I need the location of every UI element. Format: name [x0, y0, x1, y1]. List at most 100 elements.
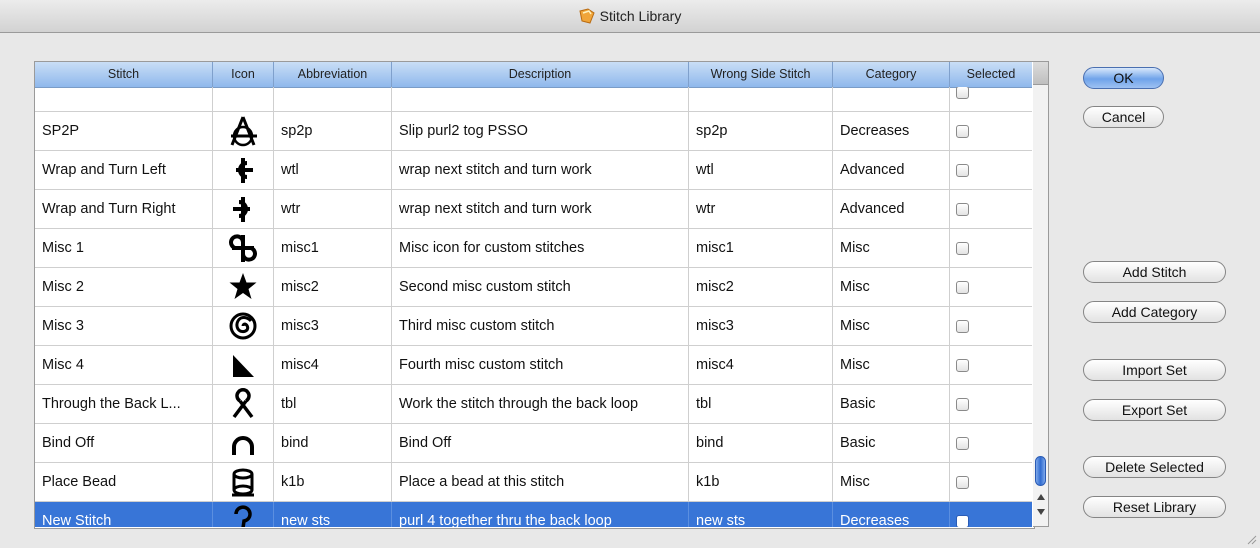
stitch-icon-cell[interactable]	[213, 307, 274, 345]
column-header-stitch[interactable]: Stitch	[35, 62, 213, 87]
selected-checkbox[interactable]	[956, 436, 969, 450]
description-cell[interactable]: Work the stitch through the back loop	[392, 385, 689, 423]
abbreviation-cell[interactable]	[274, 87, 392, 111]
category-cell[interactable]	[833, 87, 950, 111]
abbreviation-cell[interactable]: wtr	[274, 190, 392, 228]
stitch-icon-cell[interactable]	[213, 190, 274, 228]
category-cell[interactable]: Misc	[833, 307, 950, 345]
column-header-selected[interactable]: Selected	[950, 62, 1032, 87]
abbreviation-cell[interactable]: sp2p	[274, 112, 392, 150]
selected-checkbox[interactable]	[956, 87, 969, 99]
description-cell[interactable]: Fourth misc custom stitch	[392, 346, 689, 384]
table-row[interactable]: Misc 4 misc4 Fourth misc custom stitch misc…	[35, 346, 1032, 385]
scroll-down-arrow-icon[interactable]	[1037, 509, 1045, 515]
stitch-icon-cell[interactable]	[213, 385, 274, 423]
stitch-name-cell[interactable]: Misc 3	[35, 307, 213, 345]
selected-checkbox[interactable]	[956, 163, 969, 177]
abbreviation-cell[interactable]: k1b	[274, 463, 392, 501]
selected-checkbox[interactable]	[956, 475, 969, 489]
wrong-side-stitch-cell[interactable]: misc2	[689, 268, 833, 306]
stitch-icon-cell[interactable]	[213, 112, 274, 150]
add-stitch-button[interactable]: Add Stitch	[1083, 261, 1226, 283]
abbreviation-cell[interactable]: new sts	[274, 502, 392, 527]
table-row[interactable]: Misc 3 misc3 Third misc custom stitch misc3…	[35, 307, 1032, 346]
category-cell[interactable]: Advanced	[833, 151, 950, 189]
selected-checkbox[interactable]	[956, 319, 969, 333]
column-header-description[interactable]: Description	[392, 62, 689, 87]
category-cell[interactable]: Misc	[833, 346, 950, 384]
resize-grip-icon[interactable]	[1245, 533, 1257, 545]
description-cell[interactable]: Slip purl2 tog PSSO	[392, 112, 689, 150]
description-cell[interactable]: Misc icon for custom stitches	[392, 229, 689, 267]
category-cell[interactable]: Advanced	[833, 190, 950, 228]
category-cell[interactable]: Basic	[833, 385, 950, 423]
stitch-name-cell[interactable]: Misc 4	[35, 346, 213, 384]
abbreviation-cell[interactable]: tbl	[274, 385, 392, 423]
ok-button[interactable]: OK	[1083, 67, 1164, 89]
wrong-side-stitch-cell[interactable]: k1b	[689, 463, 833, 501]
reset-library-button[interactable]: Reset Library	[1083, 496, 1226, 518]
table-row[interactable]: Misc 1 misc1 Misc icon for custom stitches…	[35, 229, 1032, 268]
table-row[interactable]: Wrap and Turn Left wtl wrap next stitch an…	[35, 151, 1032, 190]
abbreviation-cell[interactable]: misc4	[274, 346, 392, 384]
column-header-abbreviation[interactable]: Abbreviation	[274, 62, 392, 87]
description-cell[interactable]	[392, 87, 689, 111]
title-bar[interactable]: Stitch Library	[0, 0, 1260, 33]
stitch-name-cell[interactable]: Misc 2	[35, 268, 213, 306]
wrong-side-stitch-cell[interactable]: new sts	[689, 502, 833, 527]
selected-checkbox[interactable]	[956, 202, 969, 216]
abbreviation-cell[interactable]: misc2	[274, 268, 392, 306]
category-cell[interactable]: Misc	[833, 229, 950, 267]
stitch-name-cell[interactable]	[35, 87, 213, 111]
stitch-icon-cell[interactable]	[213, 424, 274, 462]
scrollbar-thumb[interactable]	[1035, 456, 1046, 486]
table-row[interactable]: Through the Back L... tbl Work the stitch …	[35, 385, 1032, 424]
column-header-icon[interactable]: Icon	[213, 62, 274, 87]
stitch-icon-cell[interactable]	[213, 87, 274, 111]
description-cell[interactable]: Place a bead at this stitch	[392, 463, 689, 501]
selected-checkbox[interactable]	[956, 124, 969, 138]
add-category-button[interactable]: Add Category	[1083, 301, 1226, 323]
selected-checkbox[interactable]	[956, 397, 969, 411]
stitch-name-cell[interactable]: Through the Back L...	[35, 385, 213, 423]
selected-checkbox[interactable]	[956, 241, 969, 255]
wrong-side-stitch-cell[interactable]: misc4	[689, 346, 833, 384]
wrong-side-stitch-cell[interactable]	[689, 87, 833, 111]
stitch-icon-cell[interactable]	[213, 151, 274, 189]
column-header-wrong-side-stitch[interactable]: Wrong Side Stitch	[689, 62, 833, 87]
description-cell[interactable]: Third misc custom stitch	[392, 307, 689, 345]
stitch-icon-cell[interactable]	[213, 268, 274, 306]
stitch-name-cell[interactable]: Wrap and Turn Right	[35, 190, 213, 228]
wrong-side-stitch-cell[interactable]: tbl	[689, 385, 833, 423]
abbreviation-cell[interactable]: bind	[274, 424, 392, 462]
table-row[interactable]: Bind Off bind Bind Off bind Basic	[35, 424, 1032, 463]
table-row[interactable]: Place Bead k1b Place a bead at this stitch…	[35, 463, 1032, 502]
category-cell[interactable]: Decreases	[833, 112, 950, 150]
stitch-name-cell[interactable]: New Stitch	[35, 502, 213, 527]
delete-selected-button[interactable]: Delete Selected	[1083, 456, 1226, 478]
stitch-name-cell[interactable]: SP2P	[35, 112, 213, 150]
wrong-side-stitch-cell[interactable]: misc3	[689, 307, 833, 345]
abbreviation-cell[interactable]: wtl	[274, 151, 392, 189]
column-header-category[interactable]: Category	[833, 62, 950, 87]
cancel-button[interactable]: Cancel	[1083, 106, 1164, 128]
stitch-icon-cell[interactable]	[213, 229, 274, 267]
stitch-name-cell[interactable]: Place Bead	[35, 463, 213, 501]
scroll-up-arrow-icon[interactable]	[1037, 494, 1045, 500]
description-cell[interactable]: wrap next stitch and turn work	[392, 190, 689, 228]
table-row[interactable]: Wrap and Turn Right wtr wrap next stitch a…	[35, 190, 1032, 229]
stitch-icon-cell[interactable]	[213, 346, 274, 384]
vertical-scrollbar[interactable]	[1033, 61, 1049, 527]
table-row[interactable]: SP2P sp2p Slip purl2 tog PSSO sp2p Decreases	[35, 112, 1032, 151]
category-cell[interactable]: Misc	[833, 268, 950, 306]
category-cell[interactable]: Misc	[833, 463, 950, 501]
import-set-button[interactable]: Import Set	[1083, 359, 1226, 381]
abbreviation-cell[interactable]: misc1	[274, 229, 392, 267]
selected-checkbox[interactable]	[956, 358, 969, 372]
table-row[interactable]	[35, 87, 1032, 112]
category-cell[interactable]: Decreases	[833, 502, 950, 527]
stitch-name-cell[interactable]: Wrap and Turn Left	[35, 151, 213, 189]
wrong-side-stitch-cell[interactable]: misc1	[689, 229, 833, 267]
abbreviation-cell[interactable]: misc3	[274, 307, 392, 345]
export-set-button[interactable]: Export Set	[1083, 399, 1226, 421]
